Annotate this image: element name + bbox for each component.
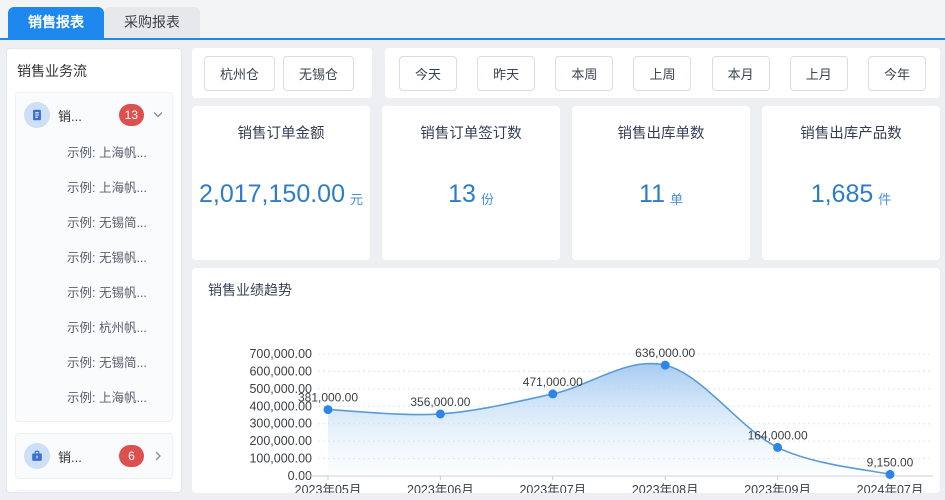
- stat-unit: 元: [350, 189, 363, 208]
- svg-text:2023年06月: 2023年06月: [407, 483, 474, 493]
- svg-text:2024年07月: 2024年07月: [857, 483, 924, 493]
- page-content: 销售业务流 销... 13 示例: 上海帆... 示例: 上海帆... 示例: …: [0, 40, 945, 498]
- stat-value: 2,017,150.00: [199, 180, 345, 209]
- tree-group-sales-2: 销... 6: [15, 433, 173, 479]
- filter-row: 杭州仓 无锡仓 今天 昨天 本周 上周 本月 上月 今年: [192, 48, 940, 98]
- sidebar-sales-flow: 销售业务流 销... 13 示例: 上海帆... 示例: 上海帆... 示例: …: [6, 48, 182, 493]
- count-badge: 6: [119, 445, 144, 467]
- period-button-today[interactable]: 今天: [399, 56, 457, 91]
- tab-purchase-report[interactable]: 采购报表: [104, 7, 200, 38]
- tab-sales-report[interactable]: 销售报表: [8, 7, 104, 38]
- warehouse-button-hangzhou[interactable]: 杭州仓: [204, 56, 275, 91]
- sidebar-title: 销售业务流: [15, 61, 173, 81]
- stat-card-outbound-products: 销售出库产品数 1,685 件: [762, 106, 940, 260]
- tree-group-label: 销...: [58, 106, 111, 125]
- stat-title: 销售订单签订数: [420, 122, 522, 143]
- trend-chart-card: 销售业绩趋势 0.00100,000.00200,000.00300,000.0…: [192, 268, 940, 493]
- svg-text:381,000.00: 381,000.00: [298, 391, 358, 405]
- warehouse-filter-panel: 杭州仓 无锡仓: [192, 48, 372, 98]
- svg-text:356,000.00: 356,000.00: [410, 395, 470, 409]
- tree-group-sales-3: 销... 3: [15, 490, 173, 493]
- svg-text:600,000.00: 600,000.00: [249, 364, 312, 378]
- svg-text:300,000.00: 300,000.00: [249, 417, 312, 431]
- chevron-down-icon[interactable]: [152, 109, 164, 121]
- period-button-last-week[interactable]: 上周: [633, 56, 691, 91]
- document-icon: [24, 102, 50, 128]
- tree-child-item[interactable]: 示例: 无锡简...: [22, 344, 166, 379]
- tab-bar: 销售报表 采购报表: [0, 0, 945, 40]
- main-area: 杭州仓 无锡仓 今天 昨天 本周 上周 本月 上月 今年 销售订单金额 2,01…: [192, 48, 940, 493]
- stat-value: 11: [639, 180, 665, 209]
- briefcase-icon: [24, 443, 50, 469]
- warehouse-button-wuxi[interactable]: 无锡仓: [283, 56, 354, 91]
- stat-unit: 单: [670, 189, 683, 208]
- svg-text:2023年07月: 2023年07月: [519, 483, 586, 493]
- tree-group-header[interactable]: 销... 13: [22, 100, 166, 130]
- chevron-right-icon[interactable]: [152, 450, 164, 462]
- stat-card-orders-signed: 销售订单签订数 13 份: [382, 106, 560, 260]
- tree-children: 示例: 上海帆... 示例: 上海帆... 示例: 无锡简... 示例: 无锡帆…: [22, 134, 166, 414]
- stat-title: 销售订单金额: [238, 122, 325, 143]
- stats-row: 销售订单金额 2,017,150.00 元 销售订单签订数 13 份 销售出库单…: [192, 106, 940, 260]
- area-chart-svg: 0.00100,000.00200,000.00300,000.00400,00…: [200, 302, 936, 493]
- period-button-this-year[interactable]: 今年: [868, 56, 926, 91]
- svg-text:2023年05月: 2023年05月: [295, 483, 362, 493]
- stat-unit: 件: [878, 189, 891, 208]
- tree-child-item[interactable]: 示例: 无锡帆...: [22, 239, 166, 274]
- svg-text:636,000.00: 636,000.00: [635, 346, 695, 360]
- svg-text:471,000.00: 471,000.00: [523, 375, 583, 389]
- tree-group-header[interactable]: 销... 6: [22, 441, 166, 471]
- svg-text:200,000.00: 200,000.00: [249, 434, 312, 448]
- stat-unit: 份: [481, 189, 494, 208]
- stat-value: 1,685: [811, 180, 874, 209]
- tree-child-item[interactable]: 示例: 无锡简...: [22, 204, 166, 239]
- period-filter-panel: 今天 昨天 本周 上周 本月 上月 今年: [385, 48, 940, 98]
- stat-card-order-amount: 销售订单金额 2,017,150.00 元: [192, 106, 370, 260]
- period-button-this-month[interactable]: 本月: [712, 56, 770, 91]
- period-button-this-week[interactable]: 本周: [555, 56, 613, 91]
- tree-group-sales-orders: 销... 13 示例: 上海帆... 示例: 上海帆... 示例: 无锡简...…: [15, 92, 173, 422]
- svg-text:9,150.00: 9,150.00: [867, 455, 914, 469]
- stat-value: 13: [448, 180, 476, 209]
- svg-text:100,000.00: 100,000.00: [249, 452, 312, 466]
- tree-group-label: 销...: [58, 447, 111, 466]
- svg-text:2023年08月: 2023年08月: [632, 483, 699, 493]
- stat-title: 销售出库单数: [618, 122, 705, 143]
- stat-card-outbound-orders: 销售出库单数 11 单: [572, 106, 750, 260]
- stat-title: 销售出库产品数: [800, 122, 902, 143]
- count-badge: 13: [119, 104, 144, 126]
- tree-child-item[interactable]: 示例: 杭州帆...: [22, 309, 166, 344]
- svg-text:700,000.00: 700,000.00: [249, 347, 312, 361]
- trend-chart: 0.00100,000.00200,000.00300,000.00400,00…: [200, 302, 936, 493]
- period-button-yesterday[interactable]: 昨天: [477, 56, 535, 91]
- svg-text:164,000.00: 164,000.00: [748, 428, 808, 442]
- svg-text:2023年09月: 2023年09月: [744, 483, 811, 493]
- period-button-last-month[interactable]: 上月: [790, 56, 848, 91]
- tree-child-item[interactable]: 示例: 无锡帆...: [22, 274, 166, 309]
- chart-title: 销售业绩趋势: [200, 280, 936, 300]
- tree-child-item[interactable]: 示例: 上海帆...: [22, 134, 166, 169]
- tree-child-item[interactable]: 示例: 上海帆...: [22, 379, 166, 414]
- tree-child-item[interactable]: 示例: 上海帆...: [22, 169, 166, 204]
